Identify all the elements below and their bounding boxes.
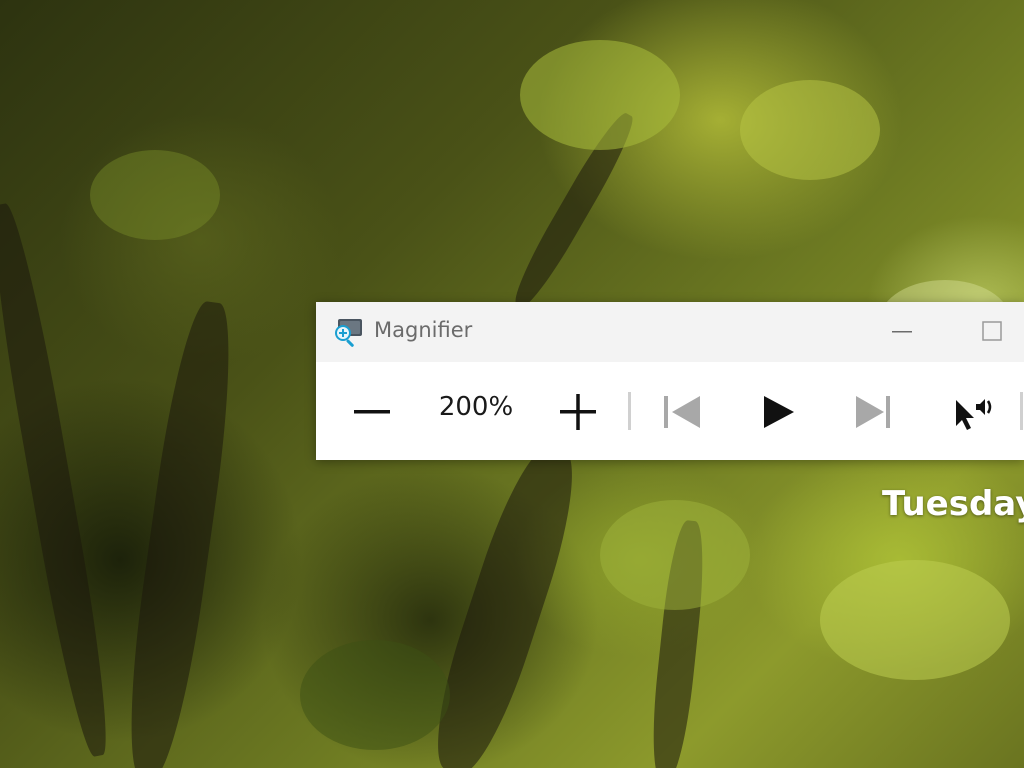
skip-next-icon	[856, 396, 890, 428]
read-from-here-button[interactable]	[946, 386, 998, 438]
wallpaper-trunk	[116, 298, 244, 768]
zoom-in-button[interactable]	[552, 386, 604, 438]
minimize-icon	[892, 331, 912, 333]
maximize-icon	[982, 321, 1002, 341]
magnifier-window: Magnifier 200%	[316, 302, 1024, 460]
next-sentence-button[interactable]	[846, 386, 898, 438]
magnifier-app-icon	[332, 316, 364, 348]
desktop-wallpaper: Tuesday Magnifier 200%	[0, 0, 1024, 768]
minus-icon	[354, 410, 390, 414]
pointer-speaker-icon	[956, 399, 992, 430]
lock-screen-date: Tuesday	[882, 484, 1024, 524]
wallpaper-foliage	[600, 500, 750, 610]
minimize-button[interactable]	[882, 314, 922, 350]
window-title: Magnifier	[374, 318, 473, 342]
play-button[interactable]	[752, 386, 804, 438]
skip-previous-icon	[664, 396, 700, 428]
zoom-level-value: 200%	[438, 392, 514, 422]
wallpaper-foliage	[90, 150, 220, 240]
maximize-button[interactable]	[972, 314, 1012, 350]
previous-sentence-button[interactable]	[656, 386, 708, 438]
wallpaper-foliage	[740, 80, 880, 180]
wallpaper-foliage	[300, 640, 450, 750]
magnifier-toolbar: 200%	[316, 362, 1024, 460]
plus-icon	[560, 394, 596, 430]
wallpaper-foliage	[520, 40, 680, 150]
toolbar-divider	[1020, 392, 1023, 430]
wallpaper-trunk	[0, 200, 119, 760]
wallpaper-foliage	[820, 560, 1010, 680]
wallpaper-trunk	[419, 437, 591, 768]
magnifier-title-bar[interactable]: Magnifier	[316, 302, 1024, 362]
zoom-out-button[interactable]	[346, 386, 398, 438]
play-icon	[764, 396, 794, 428]
toolbar-divider	[628, 392, 631, 430]
